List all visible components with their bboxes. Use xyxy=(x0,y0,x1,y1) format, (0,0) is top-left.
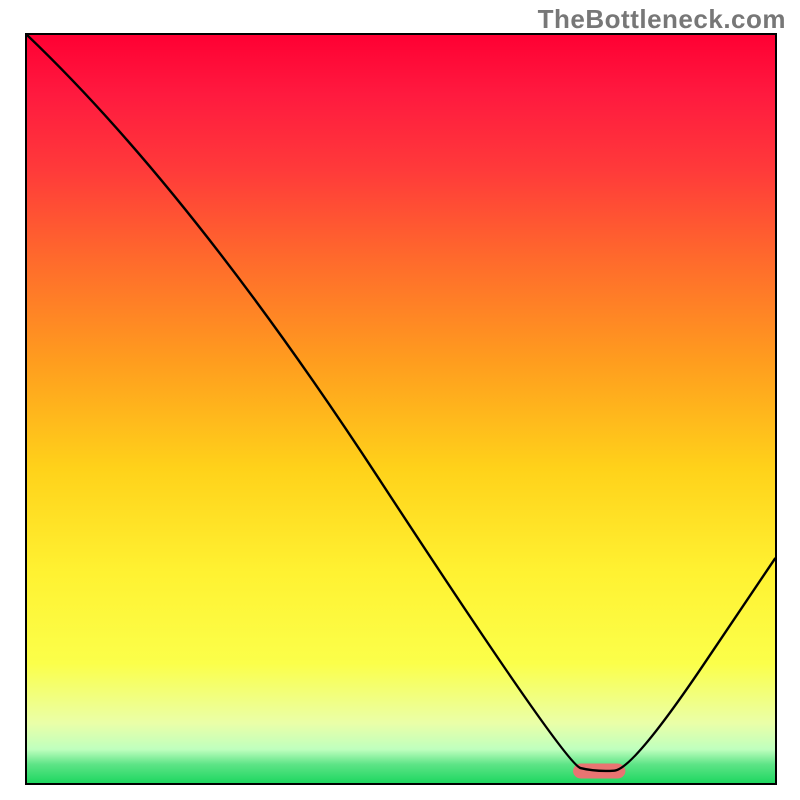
chart-container: TheBottleneck.com xyxy=(0,0,800,800)
bottleneck-curve xyxy=(27,35,775,783)
watermark-text: TheBottleneck.com xyxy=(538,4,786,35)
plot-area xyxy=(25,33,777,785)
